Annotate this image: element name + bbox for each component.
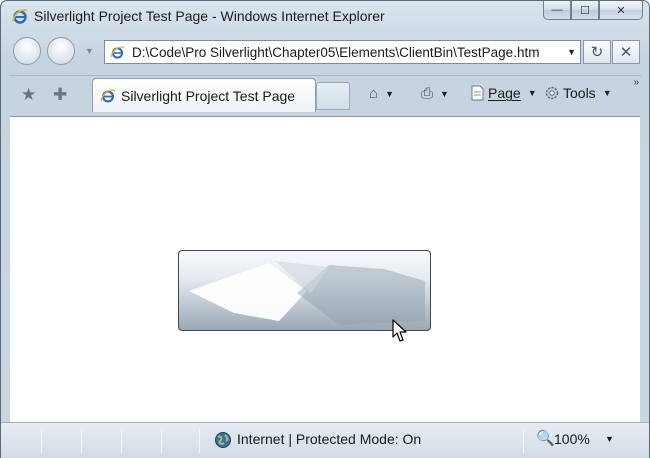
zoom-icon: 🔍 [536, 430, 555, 447]
print-dropdown-icon[interactable]: ▼ [440, 89, 449, 99]
forward-button[interactable] [47, 37, 75, 65]
refresh-button[interactable]: ↻ [583, 40, 611, 64]
stop-button[interactable]: ✕ [612, 40, 640, 64]
status-bar: Internet | Protected Mode: On 🔍 100% ▼ [1, 422, 649, 458]
close-button[interactable]: ✕ [599, 1, 643, 20]
status-divider [161, 429, 162, 453]
status-divider [81, 429, 82, 453]
page-dropdown-icon: ▼ [527, 88, 537, 98]
minimize-button[interactable]: — [543, 1, 571, 20]
maximize-icon: ☐ [580, 4, 590, 17]
maximize-button[interactable]: ☐ [571, 1, 599, 20]
tab-silverlight-test-page[interactable]: Silverlight Project Test Page [92, 78, 316, 112]
status-divider [523, 429, 524, 453]
security-zone-status[interactable]: Internet | Protected Mode: On [237, 431, 421, 447]
tools-menu-label: Tools [563, 85, 596, 101]
add-to-favorites-icon[interactable]: ✚ [53, 85, 67, 105]
globe-icon [215, 432, 231, 448]
mouse-pointer-icon [392, 319, 407, 342]
status-divider [121, 429, 122, 453]
address-input[interactable]: D:\Code\Pro Silverlight\Chapter05\Elemen… [132, 45, 552, 60]
home-dropdown-icon[interactable]: ▼ [385, 89, 394, 99]
minimize-icon: — [551, 4, 563, 16]
print-button[interactable]: ⎙ ▼ [421, 85, 449, 102]
browser-window: Silverlight Project Test Page - Windows … [0, 0, 650, 458]
title-bar[interactable]: Silverlight Project Test Page - Windows … [1, 1, 649, 31]
stop-icon: ✕ [619, 44, 633, 61]
tools-dropdown-icon: ▼ [602, 88, 612, 98]
home-icon: ⌂ [369, 85, 379, 102]
status-divider [41, 429, 42, 453]
refresh-icon: ↻ [590, 44, 604, 61]
new-tab-button[interactable] [316, 82, 350, 110]
more-commands-icon[interactable]: » [633, 77, 639, 88]
gear-icon [545, 86, 559, 100]
address-dropdown-icon[interactable]: ▼ [567, 47, 576, 57]
caption-buttons: — ☐ ✕ [543, 1, 643, 20]
recent-pages-dropdown[interactable]: ▼ [85, 46, 94, 56]
ie-logo-icon [12, 9, 28, 24]
tab-page-icon [100, 89, 116, 103]
close-icon: ✕ [616, 4, 626, 17]
favorites-center-icon[interactable]: ★ [21, 85, 36, 105]
status-divider [199, 429, 200, 453]
zoom-level[interactable]: 100% [554, 431, 590, 447]
zoom-dropdown-icon[interactable]: ▼ [605, 434, 614, 444]
address-bar[interactable]: D:\Code\Pro Silverlight\Chapter05\Elemen… [104, 40, 581, 64]
window-title: Silverlight Project Test Page - Windows … [34, 8, 385, 24]
command-bar: ★ ✚ Silverlight Project Test Page ⌂ ▼ ⎙ … [9, 75, 641, 112]
printer-icon: ⎙ [421, 85, 434, 102]
home-button[interactable]: ⌂ ▼ [369, 85, 394, 102]
page-icon [110, 46, 125, 59]
page-menu-icon [471, 85, 484, 101]
page-menu-label: Page [488, 85, 521, 101]
back-button[interactable] [13, 37, 41, 65]
page-content [10, 116, 640, 422]
tools-menu[interactable]: Tools ▼ [544, 85, 612, 101]
tab-label: Silverlight Project Test Page [121, 88, 296, 104]
page-menu[interactable]: Page ▼ [470, 85, 537, 101]
